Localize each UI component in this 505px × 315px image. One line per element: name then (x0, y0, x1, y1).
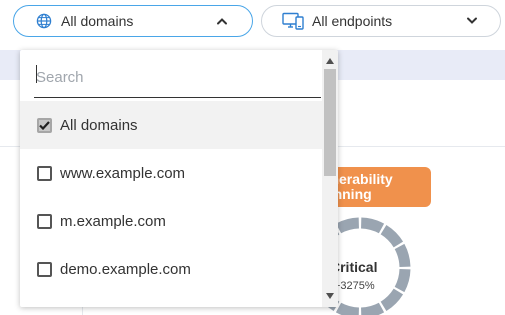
option-label: m.example.com (60, 212, 166, 230)
dropdown-scrollbar[interactable] (322, 50, 338, 307)
donut-segment (335, 302, 360, 315)
search-field (34, 58, 321, 98)
text-cursor (36, 65, 37, 83)
option-all-domains[interactable]: All domains (20, 101, 322, 149)
checkbox[interactable] (37, 213, 52, 229)
globe-icon (35, 12, 53, 30)
domains-filter[interactable]: All domains (13, 5, 253, 37)
scroll-up-arrow-icon[interactable] (322, 54, 338, 68)
chevron-down-icon (464, 13, 480, 29)
domains-dropdown: All domains www.example.com m.example.co… (20, 50, 338, 307)
endpoints-filter-label: All endpoints (312, 13, 393, 29)
checkbox[interactable] (37, 165, 52, 181)
donut-segment (394, 268, 411, 293)
app-window: All domains All endpoints ulnerability c… (0, 0, 505, 315)
checkbox-checked[interactable] (37, 117, 52, 133)
filter-bar: All domains All endpoints (0, 0, 505, 50)
donut-segment (380, 288, 404, 312)
option-www-example-com[interactable]: www.example.com (20, 149, 322, 197)
critical-change-value: +3275% (334, 280, 375, 292)
checkmark-icon (39, 120, 50, 130)
option-demo-example-com[interactable]: demo.example.com (20, 245, 322, 293)
donut-segment (360, 302, 385, 315)
domain-options-list: All domains www.example.com m.example.co… (20, 101, 322, 293)
scroll-down-arrow-icon[interactable] (322, 289, 338, 303)
checkbox[interactable] (37, 261, 52, 277)
scroll-thumb[interactable] (324, 69, 336, 176)
donut-segment (380, 224, 404, 248)
domains-filter-label: All domains (61, 13, 134, 29)
donut-segment (335, 217, 360, 234)
option-label: demo.example.com (60, 260, 191, 278)
search-input[interactable] (34, 58, 321, 97)
donut-segment (394, 243, 411, 268)
option-label: All domains (60, 116, 138, 134)
donut-segment (360, 217, 385, 234)
option-label: www.example.com (60, 164, 186, 182)
option-m-example-com[interactable]: m.example.com (20, 197, 322, 245)
chevron-up-icon (214, 13, 230, 29)
devices-icon (282, 12, 304, 30)
endpoints-filter[interactable]: All endpoints (261, 5, 501, 37)
